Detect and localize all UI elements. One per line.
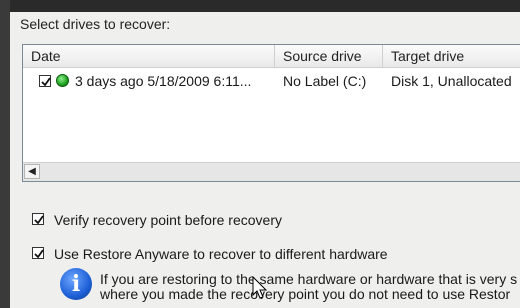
column-header-date[interactable]: Date — [23, 45, 275, 67]
scroll-left-arrow-icon[interactable]: ◀ — [24, 164, 40, 179]
restore-anyware-label: Use Restore Anyware to recover to differ… — [54, 246, 388, 262]
table-row[interactable]: 3 days ago 5/18/2009 6:11... No Label (C… — [23, 69, 520, 93]
drives-list[interactable]: Date Source drive Target drive 3 days ag… — [22, 44, 520, 182]
row-target-drive: Disk 1, Unallocated — [391, 73, 512, 89]
info-line-1: If you are restoring to the same hardwar… — [100, 272, 518, 287]
column-header-source-drive[interactable]: Source drive — [275, 45, 383, 67]
info-icon: i — [60, 268, 92, 300]
verify-label: Verify recovery point before recovery — [54, 212, 282, 228]
list-header: Date Source drive Target drive — [23, 45, 520, 68]
row-date: 3 days ago 5/18/2009 6:11... — [75, 73, 252, 89]
verify-checkbox[interactable] — [32, 213, 44, 225]
info-line-2: where you made the recovery point you do… — [100, 286, 511, 302]
horizontal-scrollbar[interactable]: ◀ — [23, 162, 520, 181]
restore-anyware-checkbox[interactable] — [32, 247, 44, 259]
column-header-target-drive[interactable]: Target drive — [383, 45, 520, 67]
info-text: If you are restoring to the same hardwar… — [100, 272, 520, 302]
row-checkbox[interactable] — [39, 75, 51, 87]
screen-bezel-left — [0, 0, 10, 308]
section-label: Select drives to recover: — [20, 16, 171, 32]
mouse-cursor-icon — [252, 276, 268, 299]
green-status-icon — [56, 74, 69, 87]
screen-bezel-top — [0, 0, 520, 12]
row-source-drive: No Label (C:) — [283, 73, 367, 89]
